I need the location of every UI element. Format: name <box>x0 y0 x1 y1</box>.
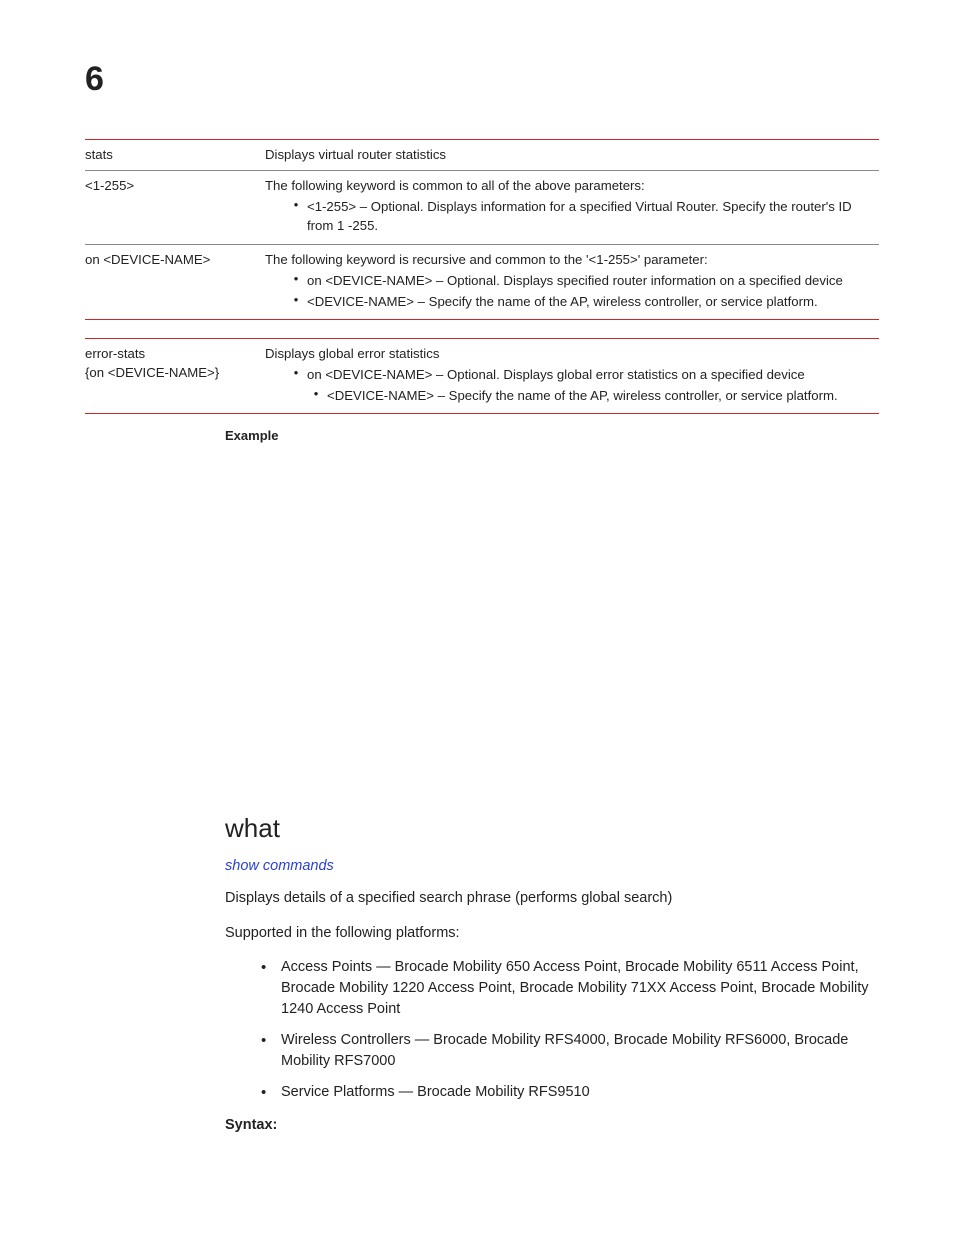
related-link[interactable]: show commands <box>225 858 879 874</box>
bullet-icon: • <box>285 197 307 214</box>
list-item: Wireless Controllers — Brocade Mobility … <box>225 1030 879 1072</box>
table-row: stats Displays virtual router statistics <box>85 140 879 171</box>
param-key: on <DEVICE-NAME> <box>85 245 265 320</box>
param-key: <1-255> <box>85 171 265 244</box>
param-desc-text: The following keyword is common to all o… <box>265 176 873 195</box>
command-section: what show commands Displays details of a… <box>225 813 879 1133</box>
platforms-list: Access Points — Brocade Mobility 650 Acc… <box>225 957 879 1103</box>
param-desc: The following keyword is recursive and c… <box>265 245 879 320</box>
list-item: Service Platforms — Brocade Mobility RFS… <box>225 1082 879 1103</box>
param-desc-text: The following keyword is recursive and c… <box>265 250 873 269</box>
param-desc-text: Displays global error statistics <box>265 344 873 363</box>
bullet-text: <1-255> – Optional. Displays information… <box>307 197 873 235</box>
bullet-icon: • <box>285 271 307 288</box>
bullet-text: <DEVICE-NAME> – Specify the name of the … <box>327 386 873 405</box>
section-title: what <box>225 813 879 844</box>
table-row: <1-255> The following keyword is common … <box>85 171 879 244</box>
param-desc-text: Displays virtual router statistics <box>265 147 446 162</box>
param-key-line: {on <DEVICE-NAME>} <box>85 363 259 382</box>
section-paragraph: Displays details of a specified search p… <box>225 888 879 908</box>
param-desc: Displays virtual router statistics <box>265 140 879 171</box>
syntax-heading: Syntax: <box>225 1117 879 1133</box>
chapter-number: 6 <box>85 60 879 99</box>
bullet-text: on <DEVICE-NAME> – Optional. Displays gl… <box>307 365 873 384</box>
parameters-table-1: stats Displays virtual router statistics… <box>85 139 879 320</box>
param-desc: The following keyword is common to all o… <box>265 171 879 244</box>
param-desc: Displays global error statistics • on <D… <box>265 339 879 414</box>
bullet-icon: • <box>285 365 307 382</box>
param-key: stats <box>85 140 265 171</box>
bullet-icon: • <box>285 292 307 309</box>
parameters-table-2: error-stats {on <DEVICE-NAME>} Displays … <box>85 338 879 414</box>
param-key: error-stats {on <DEVICE-NAME>} <box>85 339 265 414</box>
table-row: on <DEVICE-NAME> The following keyword i… <box>85 245 879 320</box>
bullet-text: on <DEVICE-NAME> – Optional. Displays sp… <box>307 271 873 290</box>
table-row: error-stats {on <DEVICE-NAME>} Displays … <box>85 339 879 414</box>
example-heading: Example <box>225 428 879 443</box>
bullet-text: <DEVICE-NAME> – Specify the name of the … <box>307 292 873 311</box>
bullet-icon: • <box>305 386 327 403</box>
section-paragraph: Supported in the following platforms: <box>225 923 879 943</box>
param-key-line: error-stats <box>85 344 259 363</box>
list-item: Access Points — Brocade Mobility 650 Acc… <box>225 957 879 1020</box>
